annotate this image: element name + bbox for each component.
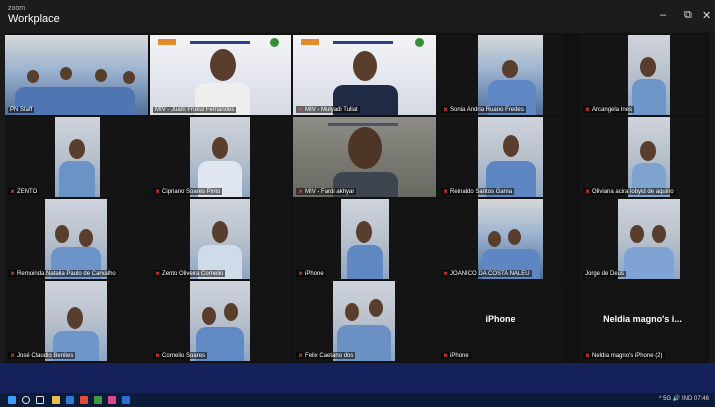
participant-video <box>341 199 389 279</box>
participant-tile[interactable]: ⨯ ZENTO <box>5 117 148 197</box>
muted-mic-icon: ⨯ <box>443 107 449 113</box>
muted-mic-icon: ⨯ <box>298 189 304 195</box>
participant-video <box>478 35 543 115</box>
participant-name: MIV - Juam Frukul Fernandes <box>153 107 237 113</box>
participant-tile[interactable]: ⨯ Cornelio Soares <box>150 281 291 361</box>
muted-mic-icon: ⨯ <box>585 189 591 195</box>
minimize-button[interactable]: – <box>660 9 666 21</box>
muted-mic-icon: ⨯ <box>10 189 16 195</box>
participant-video <box>628 117 670 197</box>
participant-tile[interactable]: ⨯ Felix Caetano dos <box>293 281 436 361</box>
participant-tile[interactable]: ⨯ Sonia Andria Ruano Fredes <box>438 35 563 115</box>
zoom-taskbar-icon[interactable] <box>122 396 130 404</box>
participant-name: ⨯ Remoinda Natalia Paulo de Carvalho <box>8 270 118 277</box>
app-icon[interactable] <box>94 396 102 404</box>
participant-name: ⨯ iPhone <box>296 270 326 277</box>
participant-tile[interactable]: ⨯ Cipriano Soares Pinto <box>150 117 291 197</box>
participant-tile[interactable]: PN Staff <box>5 35 148 115</box>
participant-name: ⨯ ZENTO <box>8 188 40 195</box>
app-title: Workplace <box>8 13 60 25</box>
participant-video <box>478 117 543 197</box>
participant-video <box>45 199 107 279</box>
participant-name: ⨯ MIV - Mulyadi Tullat <box>296 106 360 113</box>
participant-video <box>5 35 148 115</box>
participant-tile[interactable]: ⨯ Zento Oliveira Cornelio <box>150 199 291 279</box>
participant-tile[interactable]: ⨯ José Claudio Benites <box>5 281 148 361</box>
muted-mic-icon: ⨯ <box>155 271 161 277</box>
participant-tile[interactable]: ⨯ MIV - Mulyadi Tullat <box>293 35 436 115</box>
os-taskbar: ^ 5G 🔊 IND 07:46 <box>0 393 715 407</box>
app-icon[interactable] <box>80 396 88 404</box>
participant-display-name: Neldia magno's i... <box>603 314 682 324</box>
participant-video <box>190 117 250 197</box>
muted-mic-icon: ⨯ <box>10 353 16 359</box>
participant-video <box>45 281 107 361</box>
participant-name: ⨯ Zento Oliveira Cornelio <box>153 270 226 277</box>
muted-mic-icon: ⨯ <box>585 353 591 359</box>
participant-name: ⨯ Sonia Andria Ruano Fredes <box>441 106 526 113</box>
muted-mic-icon: ⨯ <box>443 189 449 195</box>
participant-tile[interactable]: ⨯ iPhone <box>293 199 436 279</box>
system-tray: ^ 5G 🔊 IND 07:46 <box>658 396 709 402</box>
close-button[interactable]: ✕ <box>702 9 711 22</box>
participant-name: ⨯ Arcangela Ines <box>583 106 635 113</box>
participant-video <box>333 281 395 361</box>
participant-video <box>150 35 291 115</box>
participant-video <box>478 199 543 279</box>
participant-video <box>293 117 436 197</box>
participant-tile-active-speaker[interactable]: MIV - Juam Frukul Fernandes <box>150 35 291 115</box>
muted-mic-icon: ⨯ <box>443 353 449 359</box>
participant-name: PN Staff <box>8 107 35 113</box>
store-icon[interactable] <box>66 396 74 404</box>
task-view-icon[interactable] <box>36 396 44 404</box>
participant-name: ⨯ Reinaldo Santos Gama <box>441 188 515 195</box>
participant-tile[interactable]: Jorge de Deus <box>580 199 705 279</box>
meeting-controls-bar <box>0 363 715 393</box>
windows-start-icon[interactable] <box>8 396 16 404</box>
participant-tile[interactable]: ⨯ Remoinda Natalia Paulo de Carvalho <box>5 199 148 279</box>
muted-mic-icon: ⨯ <box>443 271 449 277</box>
participant-tile[interactable]: ⨯ MIV - Fardi akhyar <box>293 117 436 197</box>
participant-name: ⨯ Cipriano Soares Pinto <box>153 188 223 195</box>
participant-name: ⨯ MIV - Fardi akhyar <box>296 188 357 195</box>
search-icon[interactable] <box>22 396 30 404</box>
participant-name: ⨯ José Claudio Benites <box>8 352 76 359</box>
participant-name: ⨯ JOANICO DA COSTA NALEU <box>441 270 532 277</box>
app-icon[interactable] <box>108 396 116 404</box>
participant-name: ⨯ Neldia magno's iPhone (2) <box>583 352 665 359</box>
participant-video <box>293 35 436 115</box>
participant-video <box>628 35 670 115</box>
muted-mic-icon: ⨯ <box>155 353 161 359</box>
participant-name: ⨯ Cornelio Soares <box>153 352 208 359</box>
participant-video <box>618 199 680 279</box>
participant-tile[interactable]: Neldia magno's i... ⨯ Neldia magno's iPho… <box>580 281 705 361</box>
participant-tile[interactable]: ⨯ Arcangela Ines <box>580 35 705 115</box>
app-brand-label: zoom <box>8 5 26 12</box>
participant-video <box>55 117 100 197</box>
muted-mic-icon: ⨯ <box>298 271 304 277</box>
participant-name: ⨯ iPhone <box>441 352 471 359</box>
participant-name: ⨯ Felix Caetano dos <box>296 352 356 359</box>
muted-mic-icon: ⨯ <box>298 107 304 113</box>
participant-tile[interactable]: iPhone ⨯ iPhone <box>438 281 563 361</box>
muted-mic-icon: ⨯ <box>155 189 161 195</box>
file-explorer-icon[interactable] <box>52 396 60 404</box>
participant-name: Jorge de Deus <box>583 271 627 277</box>
participant-display-name: iPhone <box>485 314 516 324</box>
title-bar: zoom Workplace – ⧉ ✕ <box>0 0 715 32</box>
participant-video <box>190 199 250 279</box>
participant-tile[interactable]: ⨯ JOANICO DA COSTA NALEU <box>438 199 563 279</box>
muted-mic-icon: ⨯ <box>298 353 304 359</box>
gallery-view: PN Staff MIV - Juam Frukul Fernandes ⨯ MI… <box>5 33 709 363</box>
participant-tile[interactable]: ⨯ Oliviana acira lobyid de aquino <box>580 117 705 197</box>
participant-tile[interactable]: ⨯ Reinaldo Santos Gama <box>438 117 563 197</box>
muted-mic-icon: ⨯ <box>585 107 591 113</box>
restore-button[interactable]: ⧉ <box>684 9 692 22</box>
participant-name: ⨯ Oliviana acira lobyid de aquino <box>583 188 676 195</box>
muted-mic-icon: ⨯ <box>10 271 16 277</box>
participant-video <box>190 281 250 361</box>
